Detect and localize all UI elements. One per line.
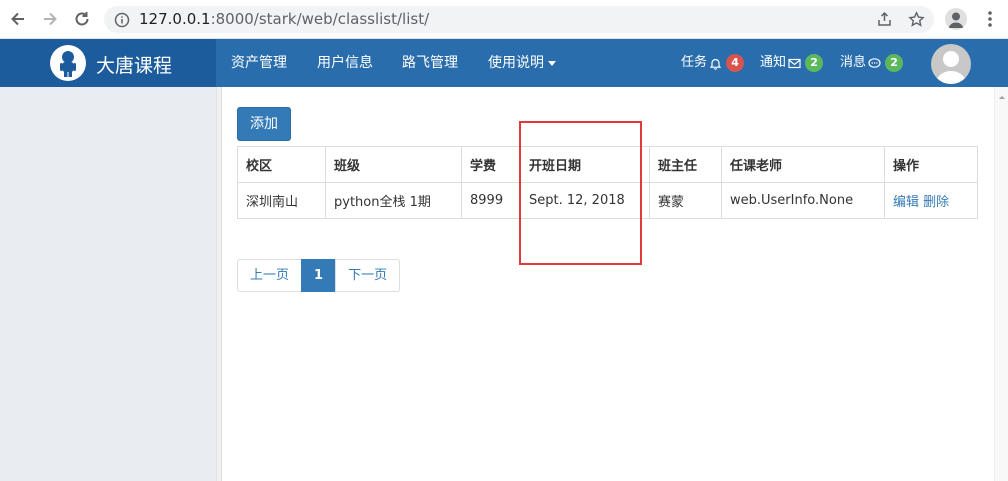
- cell-class: python全栈 1期: [325, 182, 462, 219]
- reload-button[interactable]: [71, 8, 93, 30]
- menu-luffy[interactable]: 路飞管理: [402, 39, 458, 87]
- col-header-actions: 操作: [884, 146, 978, 183]
- brand[interactable]: 大唐课程: [0, 39, 216, 87]
- col-header-teachers: 任课老师: [721, 146, 885, 183]
- back-button[interactable]: [7, 8, 29, 30]
- annotation-highlight-box: [519, 121, 642, 265]
- cell-actions: 编辑 删除: [884, 182, 978, 219]
- envelope-icon: [788, 58, 801, 68]
- prev-page-button[interactable]: 上一页: [237, 259, 303, 292]
- cell-teachers: web.UserInfo.None: [721, 182, 885, 219]
- messages-link[interactable]: 消息 2: [840, 39, 904, 87]
- brand-title: 大唐课程: [96, 55, 173, 77]
- bell-icon: [709, 58, 722, 70]
- tasks-label: 任务: [681, 55, 708, 70]
- reload-icon: [75, 12, 89, 26]
- pagination: 上一页 1 下一页: [237, 259, 401, 292]
- scroll-up-arrow-icon[interactable]: [995, 90, 1008, 104]
- col-header-class: 班级: [325, 146, 462, 183]
- sidebar: [0, 87, 216, 481]
- notices-link[interactable]: 通知 2: [760, 39, 824, 87]
- url-host: 127.0.0.1: [139, 10, 211, 28]
- add-button[interactable]: 添加: [237, 107, 291, 141]
- address-bar[interactable]: 127.0.0.1:8000/stark/web/classlist/list/: [104, 6, 934, 33]
- delete-link[interactable]: 删除: [923, 195, 949, 210]
- chat-bubble-icon: [868, 57, 881, 68]
- menu-assets[interactable]: 资产管理: [231, 39, 287, 87]
- menu-user-info[interactable]: 用户信息: [317, 39, 373, 87]
- browser-toolbar: 127.0.0.1:8000/stark/web/classlist/list/: [0, 0, 1008, 39]
- brand-logo-icon: [50, 45, 86, 81]
- browser-menu-button[interactable]: [982, 8, 998, 30]
- caret-down-icon: [548, 61, 556, 66]
- edit-link[interactable]: 编辑: [893, 195, 919, 210]
- arrow-left-icon: [11, 12, 24, 26]
- col-header-head-teacher: 班主任: [649, 146, 722, 183]
- tasks-count-badge: 4: [726, 54, 745, 72]
- url-text: 127.0.0.1:8000/stark/web/classlist/list/: [139, 10, 429, 28]
- browser-profile-avatar[interactable]: [945, 8, 967, 30]
- more-vertical-icon: [988, 11, 992, 27]
- messages-count-badge: 2: [885, 54, 904, 72]
- cell-campus: 深圳南山: [237, 182, 326, 219]
- cell-head-teacher: 赛蒙: [649, 182, 722, 219]
- user-avatar[interactable]: [931, 44, 971, 84]
- arrow-right-icon: [44, 12, 57, 26]
- cell-fee: 8999: [461, 182, 521, 219]
- forward-button[interactable]: [39, 8, 61, 30]
- page-scrollbar[interactable]: [994, 87, 1008, 481]
- col-header-campus: 校区: [237, 146, 326, 183]
- next-page-button[interactable]: 下一页: [335, 259, 401, 292]
- url-path: :8000/stark/web/classlist/list/: [210, 10, 430, 28]
- menu-help-label: 使用说明: [488, 55, 544, 71]
- messages-label: 消息: [840, 55, 867, 70]
- site-info-icon[interactable]: [114, 12, 130, 32]
- notices-count-badge: 2: [805, 54, 824, 72]
- share-icon[interactable]: [876, 11, 893, 32]
- col-header-fee: 学费: [461, 146, 521, 183]
- menu-help-dropdown[interactable]: 使用说明: [488, 39, 557, 87]
- notices-label: 通知: [760, 55, 787, 70]
- bookmark-star-icon[interactable]: [908, 11, 925, 32]
- user-icon: [935, 51, 967, 84]
- tasks-link[interactable]: 任务 4: [681, 39, 745, 87]
- page-1-button[interactable]: 1: [301, 259, 337, 292]
- top-navbar: 大唐课程 资产管理 用户信息 路飞管理 使用说明 任务 4 通知 2 消息 2: [0, 39, 1008, 87]
